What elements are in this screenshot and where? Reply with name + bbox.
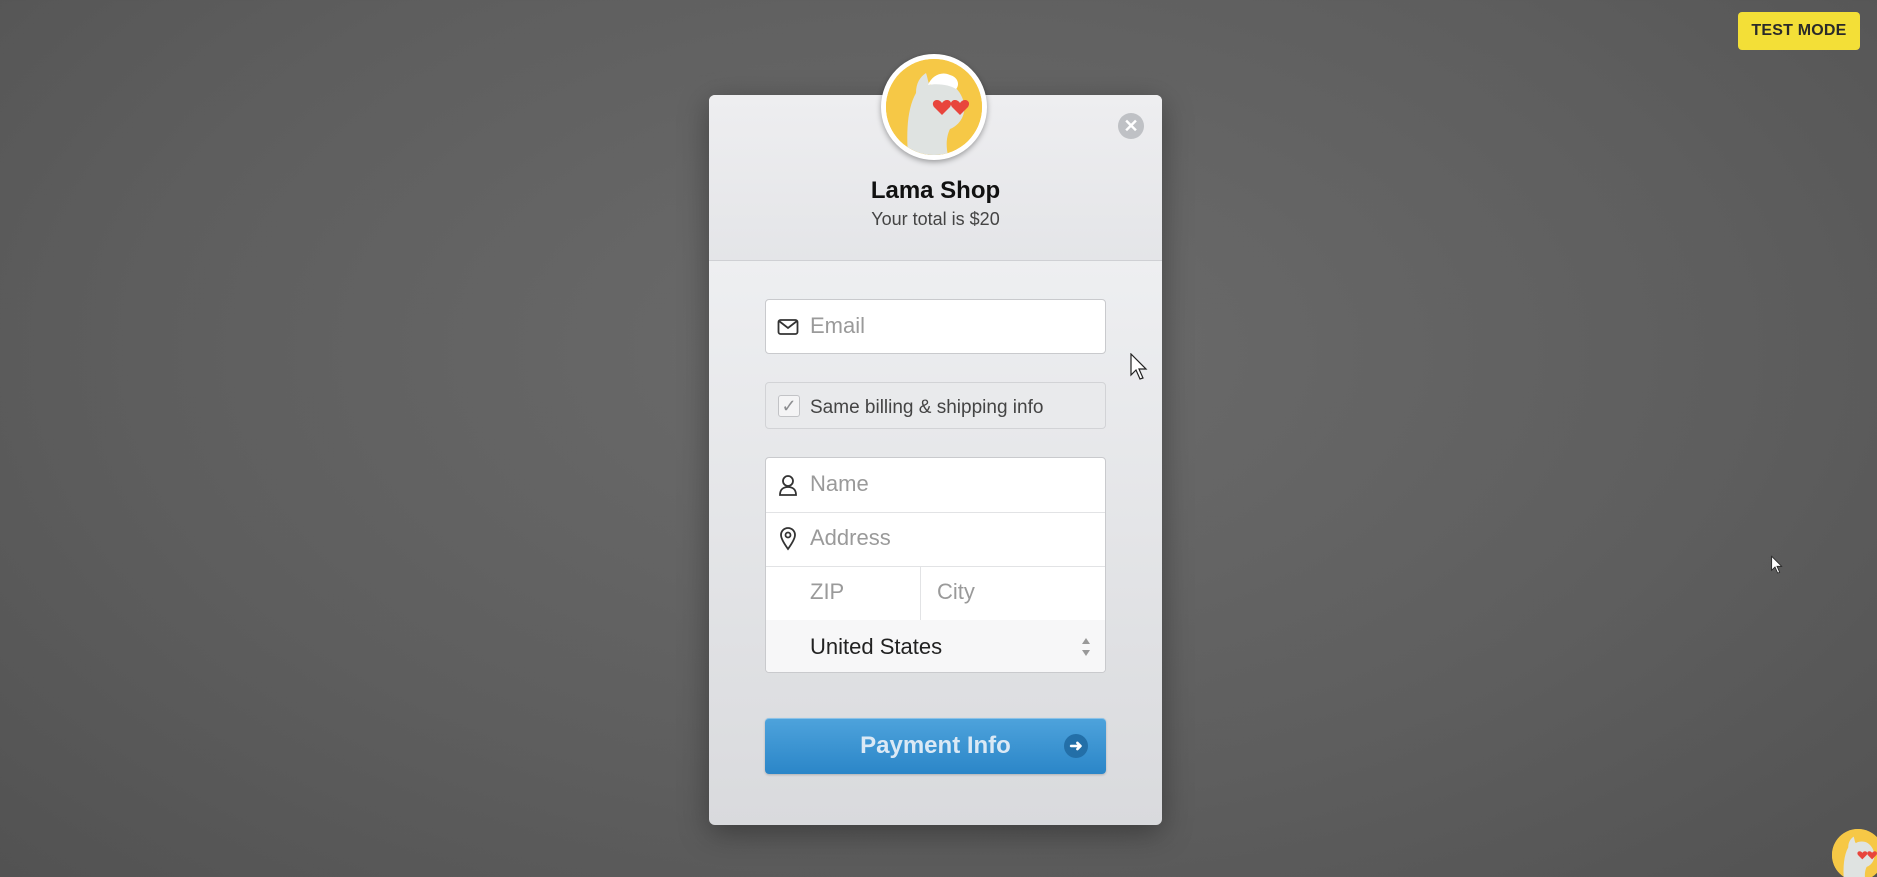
order-total: Your total is $20 <box>871 209 1000 229</box>
country-value: United States <box>810 634 943 659</box>
mouse-cursor-icon <box>1771 555 1783 580</box>
country-select[interactable]: United States <box>766 620 1105 672</box>
close-button[interactable]: ✕ <box>1118 113 1144 139</box>
checkout-modal: ✕ Lama Shop Your total is $20 Email ✓ Sa… <box>709 54 1162 825</box>
name-field[interactable]: Name <box>766 458 1105 513</box>
address-group: Name Address ZIP City United States <box>765 457 1106 673</box>
city-field[interactable]: City <box>920 566 975 620</box>
test-mode-badge[interactable]: TEST MODE <box>1738 12 1860 50</box>
payment-info-label: Payment Info <box>860 732 1011 759</box>
address-placeholder: Address <box>810 525 891 550</box>
llama-heart-eyes-icon <box>1832 829 1877 877</box>
envelope-icon <box>776 315 800 339</box>
email-placeholder: Email <box>810 313 866 338</box>
checkout-header: ✕ Lama Shop Your total is $20 <box>709 54 1162 261</box>
same-billing-shipping-toggle[interactable]: ✓ Same billing & shipping info <box>765 382 1106 429</box>
name-placeholder: Name <box>810 471 869 496</box>
map-pin-icon <box>776 527 800 551</box>
same-billing-checkbox[interactable]: ✓ <box>778 395 800 417</box>
address-field[interactable]: Address <box>766 512 1105 567</box>
zip-city-row: ZIP City <box>766 566 1105 621</box>
llama-heart-eyes-icon <box>886 59 982 155</box>
shop-logo <box>881 54 987 160</box>
select-arrows-icon <box>1081 636 1091 658</box>
close-icon: ✕ <box>1123 116 1139 136</box>
payment-info-button[interactable]: Payment Info ➜ <box>765 718 1106 774</box>
user-icon <box>776 473 800 497</box>
same-billing-label: Same billing & shipping info <box>810 397 1044 418</box>
zip-field[interactable]: ZIP <box>810 579 844 605</box>
mouse-cursor-icon <box>1130 352 1148 386</box>
shop-name: Lama Shop <box>870 177 1001 204</box>
email-field[interactable]: Email <box>765 299 1106 354</box>
city-placeholder: City <box>937 579 975 604</box>
arrow-right-icon: ➜ <box>1064 734 1088 758</box>
